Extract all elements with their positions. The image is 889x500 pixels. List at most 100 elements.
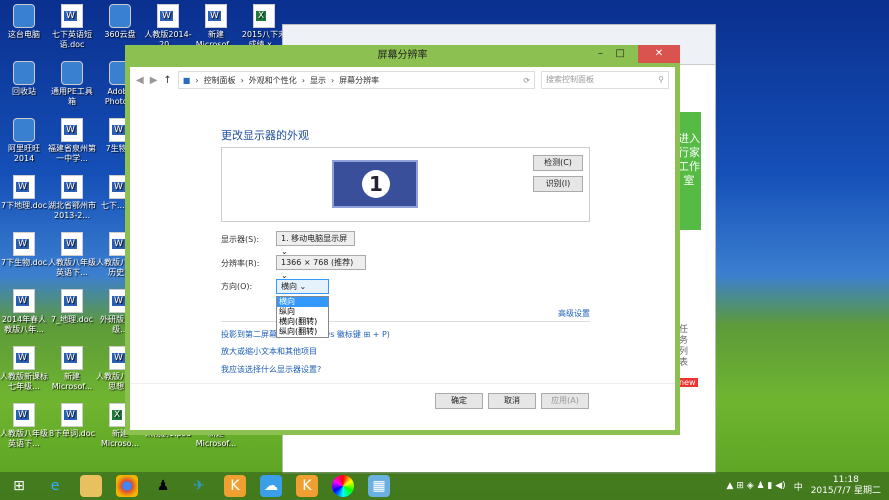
desktop-icon-label: 人教版八年级英语下...	[0, 429, 48, 448]
monitor-icon[interactable]: 1	[332, 160, 418, 208]
ime-indicator[interactable]: 中	[794, 480, 803, 493]
desktop-icon-label: 湖北省鄂州市2013-2...	[48, 201, 96, 220]
minimize-button[interactable]: –	[598, 45, 603, 63]
file-icon	[157, 4, 179, 28]
desktop-icon[interactable]: 人教版2014-20...	[144, 4, 192, 50]
orientation-label: 方向(O):	[221, 282, 253, 291]
file-icon	[13, 289, 35, 313]
option-landscape[interactable]: 横向	[277, 297, 328, 307]
desktop-icon[interactable]: 人教版八年级英语下...	[0, 403, 48, 449]
desktop-icon[interactable]: 福建省泉州第一中学...	[48, 118, 96, 164]
file-icon	[61, 346, 83, 370]
refresh-icon[interactable]: ⟳	[523, 76, 530, 85]
display-label: 显示器(S):	[221, 235, 260, 244]
breadcrumb-item[interactable]: 显示	[310, 75, 326, 86]
file-icon	[13, 118, 35, 142]
desktop-icon-label: 阿里旺旺2014	[8, 144, 40, 163]
desktop-icon[interactable]: 2014年春人教版八年...	[0, 289, 48, 335]
start-icon[interactable]: ⊞	[8, 475, 30, 497]
desktop-icon-label: 7下生物.doc	[0, 258, 47, 267]
kuaibo-icon[interactable]: K	[224, 475, 246, 497]
color-app-icon[interactable]	[332, 475, 354, 497]
desktop-icon[interactable]: 人教版新课标七年级...	[0, 346, 48, 392]
desktop-icon[interactable]: 7下地理.doc	[0, 175, 48, 211]
desktop-icon[interactable]: 新建Microsof...	[48, 346, 96, 392]
file-icon	[13, 232, 35, 256]
breadcrumb-item[interactable]: 控制面板	[204, 75, 236, 86]
display-select[interactable]: 1. 移动电脑显示屏 ⌄	[276, 231, 355, 256]
desktop-icon[interactable]: 阿里旺旺2014	[0, 118, 48, 164]
file-icon	[13, 175, 35, 199]
option-portrait-flipped[interactable]: 纵向(翻转)	[277, 327, 328, 337]
desktop-icon[interactable]: 通用PE工具箱	[48, 61, 96, 107]
ie-icon[interactable]: e	[44, 475, 66, 497]
desktop-icon[interactable]: 7_地理.doc	[48, 289, 96, 325]
identify-button[interactable]: 识别(I)	[533, 176, 583, 192]
apply-button[interactable]: 应用(A)	[541, 393, 589, 409]
desktop-icon[interactable]: 七下英语短语.doc	[48, 4, 96, 50]
resolution-select[interactable]: 1366 × 768 (推荐) ⌄	[276, 255, 366, 280]
desktop-icon[interactable]: 新建Microsof...	[192, 4, 240, 50]
desktop-icon[interactable]: 回收站	[0, 61, 48, 97]
aliwangwang-icon[interactable]: ✈	[188, 475, 210, 497]
qq-icon[interactable]: ♟	[152, 475, 174, 497]
maximize-button[interactable]: □	[616, 45, 625, 63]
file-icon	[13, 4, 35, 28]
file-icon	[61, 289, 83, 313]
detect-button[interactable]: 检测(C)	[533, 155, 583, 171]
desktop-icon[interactable]: 8下单词.doc	[48, 403, 96, 439]
forward-icon[interactable]: ▶	[150, 75, 158, 86]
option-landscape-flipped[interactable]: 横向(翻转)	[277, 317, 328, 327]
option-portrait[interactable]: 纵向	[277, 307, 328, 317]
page-title: 更改显示器的外观	[221, 129, 309, 142]
taskbar: ⊞ e ♟ ✈ K ☁ K ▦ ▲ ⊞ ◈ ♟ ▮ ◀) 中 11:18 2015…	[0, 472, 889, 500]
text-size-link[interactable]: 放大或缩小文本和其他项目	[221, 346, 317, 357]
screen-resolution-window: 屏幕分辨率 – □ ✕ ◀ ▶ ↑ ■ › 控制面板 › 外观和个性化 › 显示 › 屏…	[125, 45, 680, 435]
help-link[interactable]: 我应该选择什么显示器设置?	[221, 364, 321, 375]
desktop-icon[interactable]: 360云盘	[96, 4, 144, 40]
back-icon[interactable]: ◀	[136, 75, 144, 86]
new-badge: new	[677, 378, 698, 387]
desktop-icon-label: 7下地理.doc	[0, 201, 47, 210]
desktop-icon[interactable]: 人教版八年级英语下...	[48, 232, 96, 278]
desktop-icon-label: 新建Microsof...	[51, 372, 93, 391]
tray-icons[interactable]: ▲ ⊞ ◈ ♟ ▮ ◀)	[727, 481, 786, 491]
file-icon	[61, 175, 83, 199]
file-icon	[205, 4, 227, 28]
close-button[interactable]: ✕	[638, 45, 680, 63]
desktop-icon[interactable]: 7下生物.doc	[0, 232, 48, 268]
file-icon	[253, 4, 275, 28]
desktop-icon-label: 360云盘	[104, 30, 136, 39]
file-explorer-icon[interactable]	[80, 475, 102, 497]
desktop-icon-label: 回收站	[12, 87, 36, 96]
advanced-settings-link[interactable]: 高级设置	[558, 308, 590, 319]
desktop-icon-label: 福建省泉州第一中学...	[48, 144, 96, 163]
side-banner[interactable]: 进入行家工作室	[677, 112, 701, 230]
kuaibo2-icon[interactable]: K	[296, 475, 318, 497]
display-settings-icon[interactable]: ▦	[368, 475, 390, 497]
chrome-icon[interactable]	[116, 475, 138, 497]
file-icon	[61, 4, 83, 28]
window-title: 屏幕分辨率	[377, 50, 428, 61]
breadcrumb-item[interactable]: 屏幕分辨率	[339, 75, 379, 86]
cloud-icon[interactable]: ☁	[260, 475, 282, 497]
search-input[interactable]: 搜索控制面板 ⚲	[541, 71, 669, 89]
orientation-select[interactable]: 横向 ⌄	[276, 279, 329, 294]
address-bar[interactable]: ■ › 控制面板 › 外观和个性化 › 显示 › 屏幕分辨率 ⟳	[177, 71, 535, 89]
ok-button[interactable]: 确定	[435, 393, 483, 409]
desktop-icon[interactable]: 这台电脑	[0, 4, 48, 40]
file-icon	[109, 4, 131, 28]
cancel-button[interactable]: 取消	[488, 393, 536, 409]
file-icon	[61, 232, 83, 256]
desktop-icon-label: 这台电脑	[8, 30, 40, 39]
desktop-icon-label: 人教版八年级英语下...	[48, 258, 96, 277]
clock[interactable]: 11:18 2015/7/7 星期二	[811, 475, 881, 497]
desktop-icon[interactable]: 湖北省鄂州市2013-2...	[48, 175, 96, 221]
file-icon	[13, 61, 35, 85]
task-list[interactable]: 任务列表	[679, 325, 691, 369]
desktop-icon[interactable]: 2015八下末成绩.x...	[240, 4, 288, 50]
file-icon	[61, 118, 83, 142]
breadcrumb-item[interactable]: 外观和个性化	[249, 75, 297, 86]
up-icon[interactable]: ↑	[163, 75, 171, 86]
file-icon	[13, 346, 35, 370]
